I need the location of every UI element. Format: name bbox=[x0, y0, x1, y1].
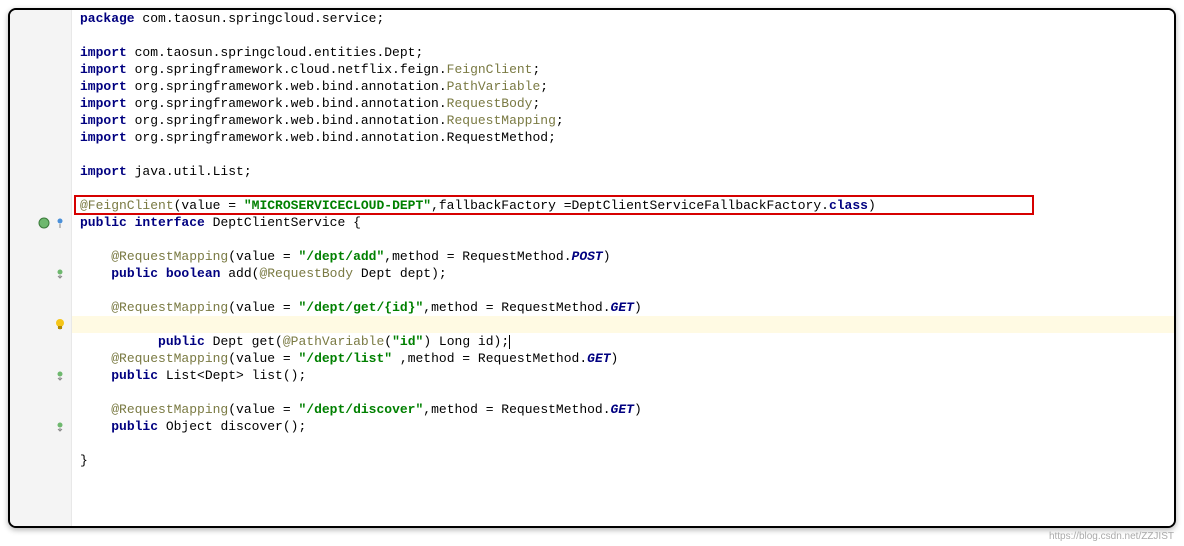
bulb-icon[interactable] bbox=[54, 318, 66, 330]
paren: (value = bbox=[228, 402, 298, 417]
close-brace: } bbox=[80, 453, 88, 468]
keyword: import bbox=[80, 45, 127, 60]
current-line: public Dept get(@PathVariable("id") Long… bbox=[72, 316, 1174, 333]
import-text: com.taosun.springcloud.entities.Dept; bbox=[127, 45, 423, 60]
paren: (value = bbox=[228, 351, 298, 366]
keyword: package bbox=[80, 11, 135, 26]
paren: ) bbox=[634, 402, 642, 417]
paren: (value = bbox=[228, 249, 298, 264]
paren: ) bbox=[611, 351, 619, 366]
string-literal: "/dept/add" bbox=[298, 249, 384, 264]
paren: (value = bbox=[228, 300, 298, 315]
param: Dept dept); bbox=[353, 266, 447, 281]
string-literal: "MICROSERVICECLOUD-DEPT" bbox=[244, 198, 431, 213]
string-literal: "/dept/list" bbox=[298, 351, 392, 366]
keyword: public bbox=[111, 368, 158, 383]
class-ref: FeignClient bbox=[447, 62, 533, 77]
enum-const: POST bbox=[572, 249, 603, 264]
paren: ) bbox=[603, 249, 611, 264]
code-editor: package com.taosun.springcloud.service; … bbox=[8, 8, 1176, 528]
method-text: List<Dept> list(); bbox=[158, 368, 306, 383]
implemented-icon bbox=[53, 216, 67, 230]
keyword: import bbox=[80, 79, 127, 94]
gutter bbox=[10, 10, 72, 526]
keyword: import bbox=[80, 113, 127, 128]
package-name: com.taosun.springcloud.service; bbox=[135, 11, 385, 26]
import-text: org.springframework.web.bind.annotation. bbox=[127, 79, 447, 94]
enum-const: GET bbox=[587, 351, 610, 366]
annotation: @RequestMapping bbox=[111, 249, 228, 264]
override-down-icon bbox=[53, 420, 67, 434]
annotation: @RequestMapping bbox=[111, 300, 228, 315]
class-icon bbox=[37, 216, 51, 230]
class-name: DeptClientService { bbox=[205, 215, 361, 230]
import-text: org.springframework.cloud.netflix.feign. bbox=[127, 62, 447, 77]
import-text: java.util.List; bbox=[127, 164, 252, 179]
annotation: @FeignClient bbox=[80, 198, 174, 213]
text: ,method = RequestMethod. bbox=[423, 300, 610, 315]
watermark: https://blog.csdn.net/ZZJIST bbox=[1049, 531, 1174, 542]
code-content[interactable]: package com.taosun.springcloud.service; … bbox=[72, 10, 1174, 526]
keyword: interface bbox=[135, 215, 205, 230]
string-literal: "/dept/discover" bbox=[298, 402, 423, 417]
override-down-icon bbox=[53, 267, 67, 281]
gutter-marker-method[interactable] bbox=[10, 265, 71, 282]
gutter-marker-class[interactable] bbox=[10, 214, 71, 231]
enum-const: GET bbox=[611, 402, 634, 417]
paren: (value = bbox=[174, 198, 244, 213]
keyword: class bbox=[829, 198, 868, 213]
override-down-icon bbox=[53, 369, 67, 383]
annotation: @RequestMapping bbox=[111, 351, 228, 366]
import-text: org.springframework.web.bind.annotation. bbox=[127, 113, 447, 128]
paren: ) bbox=[634, 300, 642, 315]
string-literal: "/dept/get/{id}" bbox=[298, 300, 423, 315]
paren: ) bbox=[868, 198, 876, 213]
annotation: @RequestBody bbox=[259, 266, 353, 281]
import-text: org.springframework.web.bind.annotation. bbox=[127, 96, 447, 111]
class-ref: RequestBody bbox=[447, 96, 533, 111]
gutter-marker-method[interactable] bbox=[10, 418, 71, 435]
method-text: Object discover(); bbox=[158, 419, 306, 434]
class-ref: RequestMapping bbox=[447, 113, 556, 128]
text: ,fallbackFactory =DeptClientServiceFallb… bbox=[431, 198, 829, 213]
keyword: import bbox=[80, 96, 127, 111]
text: ,method = RequestMethod. bbox=[392, 351, 587, 366]
class-ref: PathVariable bbox=[447, 79, 541, 94]
enum-const: GET bbox=[611, 300, 634, 315]
keyword: public bbox=[111, 419, 158, 434]
keyword: import bbox=[80, 130, 127, 145]
keyword: public boolean bbox=[111, 266, 220, 281]
text: ,method = RequestMethod. bbox=[423, 402, 610, 417]
text: ,method = RequestMethod. bbox=[384, 249, 571, 264]
method-name: add( bbox=[220, 266, 259, 281]
annotation: @RequestMapping bbox=[111, 402, 228, 417]
keyword: import bbox=[80, 164, 127, 179]
gutter-marker-method[interactable] bbox=[10, 367, 71, 384]
import-text: org.springframework.web.bind.annotation.… bbox=[127, 130, 556, 145]
keyword: import bbox=[80, 62, 127, 77]
keyword: public bbox=[80, 215, 127, 230]
